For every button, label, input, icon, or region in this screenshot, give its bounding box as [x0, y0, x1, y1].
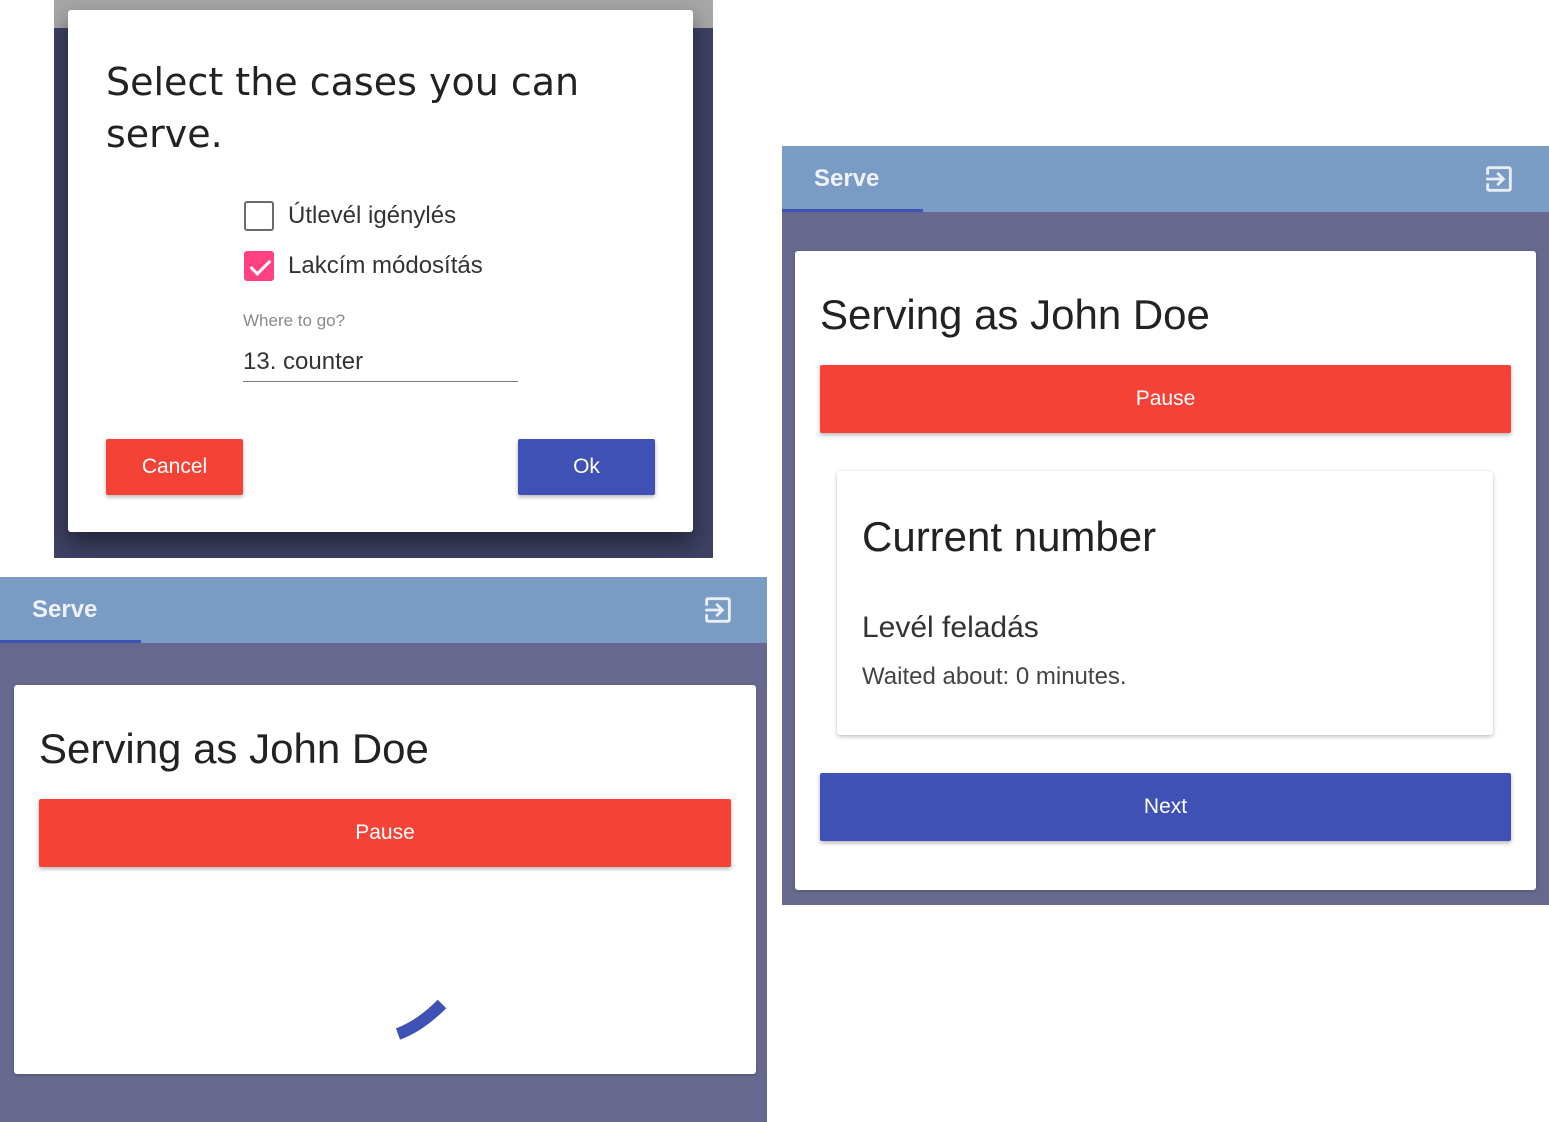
current-number-heading: Current number	[862, 513, 1157, 560]
serve-current-screen: Serve Serving as John Doe Pause Current …	[782, 146, 1549, 905]
pause-button[interactable]: Pause	[820, 365, 1511, 433]
case-option-lakcim[interactable]: Lakcím módosítás	[244, 250, 483, 282]
exit-to-app-icon[interactable]	[1482, 162, 1516, 196]
loading-spinner-icon	[395, 999, 447, 1040]
checkbox-checked-icon[interactable]	[244, 251, 274, 281]
app-bar: Serve	[782, 146, 1549, 212]
serve-loading-screen: Serve Serving as John Doe Pause	[0, 577, 767, 1122]
current-case-name: Levél feladás	[862, 611, 1039, 644]
exit-to-app-icon[interactable]	[701, 593, 735, 627]
case-option-label: Útlevél igénylés	[288, 202, 457, 229]
pause-button[interactable]: Pause	[39, 799, 731, 867]
case-option-utlevel[interactable]: Útlevél igénylés	[244, 200, 456, 232]
case-select-screen: Select the cases you can serve. Útlevél …	[54, 0, 713, 558]
waited-time-text: Waited about: 0 minutes.	[862, 663, 1127, 690]
serving-title: Serving as John Doe	[820, 291, 1210, 338]
serving-card: Serving as John Doe Pause Current number…	[795, 251, 1536, 890]
cancel-button[interactable]: Cancel	[106, 439, 243, 495]
case-select-dialog: Select the cases you can serve. Útlevél …	[68, 10, 693, 532]
dialog-title: Select the cases you can serve.	[106, 60, 580, 156]
app-bar: Serve	[0, 577, 767, 643]
case-option-label: Lakcím módosítás	[288, 252, 483, 279]
tab-indicator	[0, 640, 141, 643]
tab-serve[interactable]: Serve	[0, 577, 141, 643]
tab-label: Serve	[814, 165, 880, 192]
where-to-go-input[interactable]	[243, 338, 518, 382]
next-button[interactable]: Next	[820, 773, 1511, 841]
ok-button[interactable]: Ok	[518, 439, 655, 495]
tab-indicator	[782, 209, 923, 212]
checkbox-unchecked-icon[interactable]	[244, 201, 274, 231]
serving-card: Serving as John Doe Pause	[14, 685, 756, 1074]
tab-label: Serve	[32, 596, 98, 623]
tab-serve[interactable]: Serve	[782, 146, 923, 212]
serving-title: Serving as John Doe	[39, 725, 429, 772]
where-to-go-label: Where to go?	[243, 311, 346, 330]
current-number-card: Current number Levél feladás Waited abou…	[837, 471, 1493, 735]
